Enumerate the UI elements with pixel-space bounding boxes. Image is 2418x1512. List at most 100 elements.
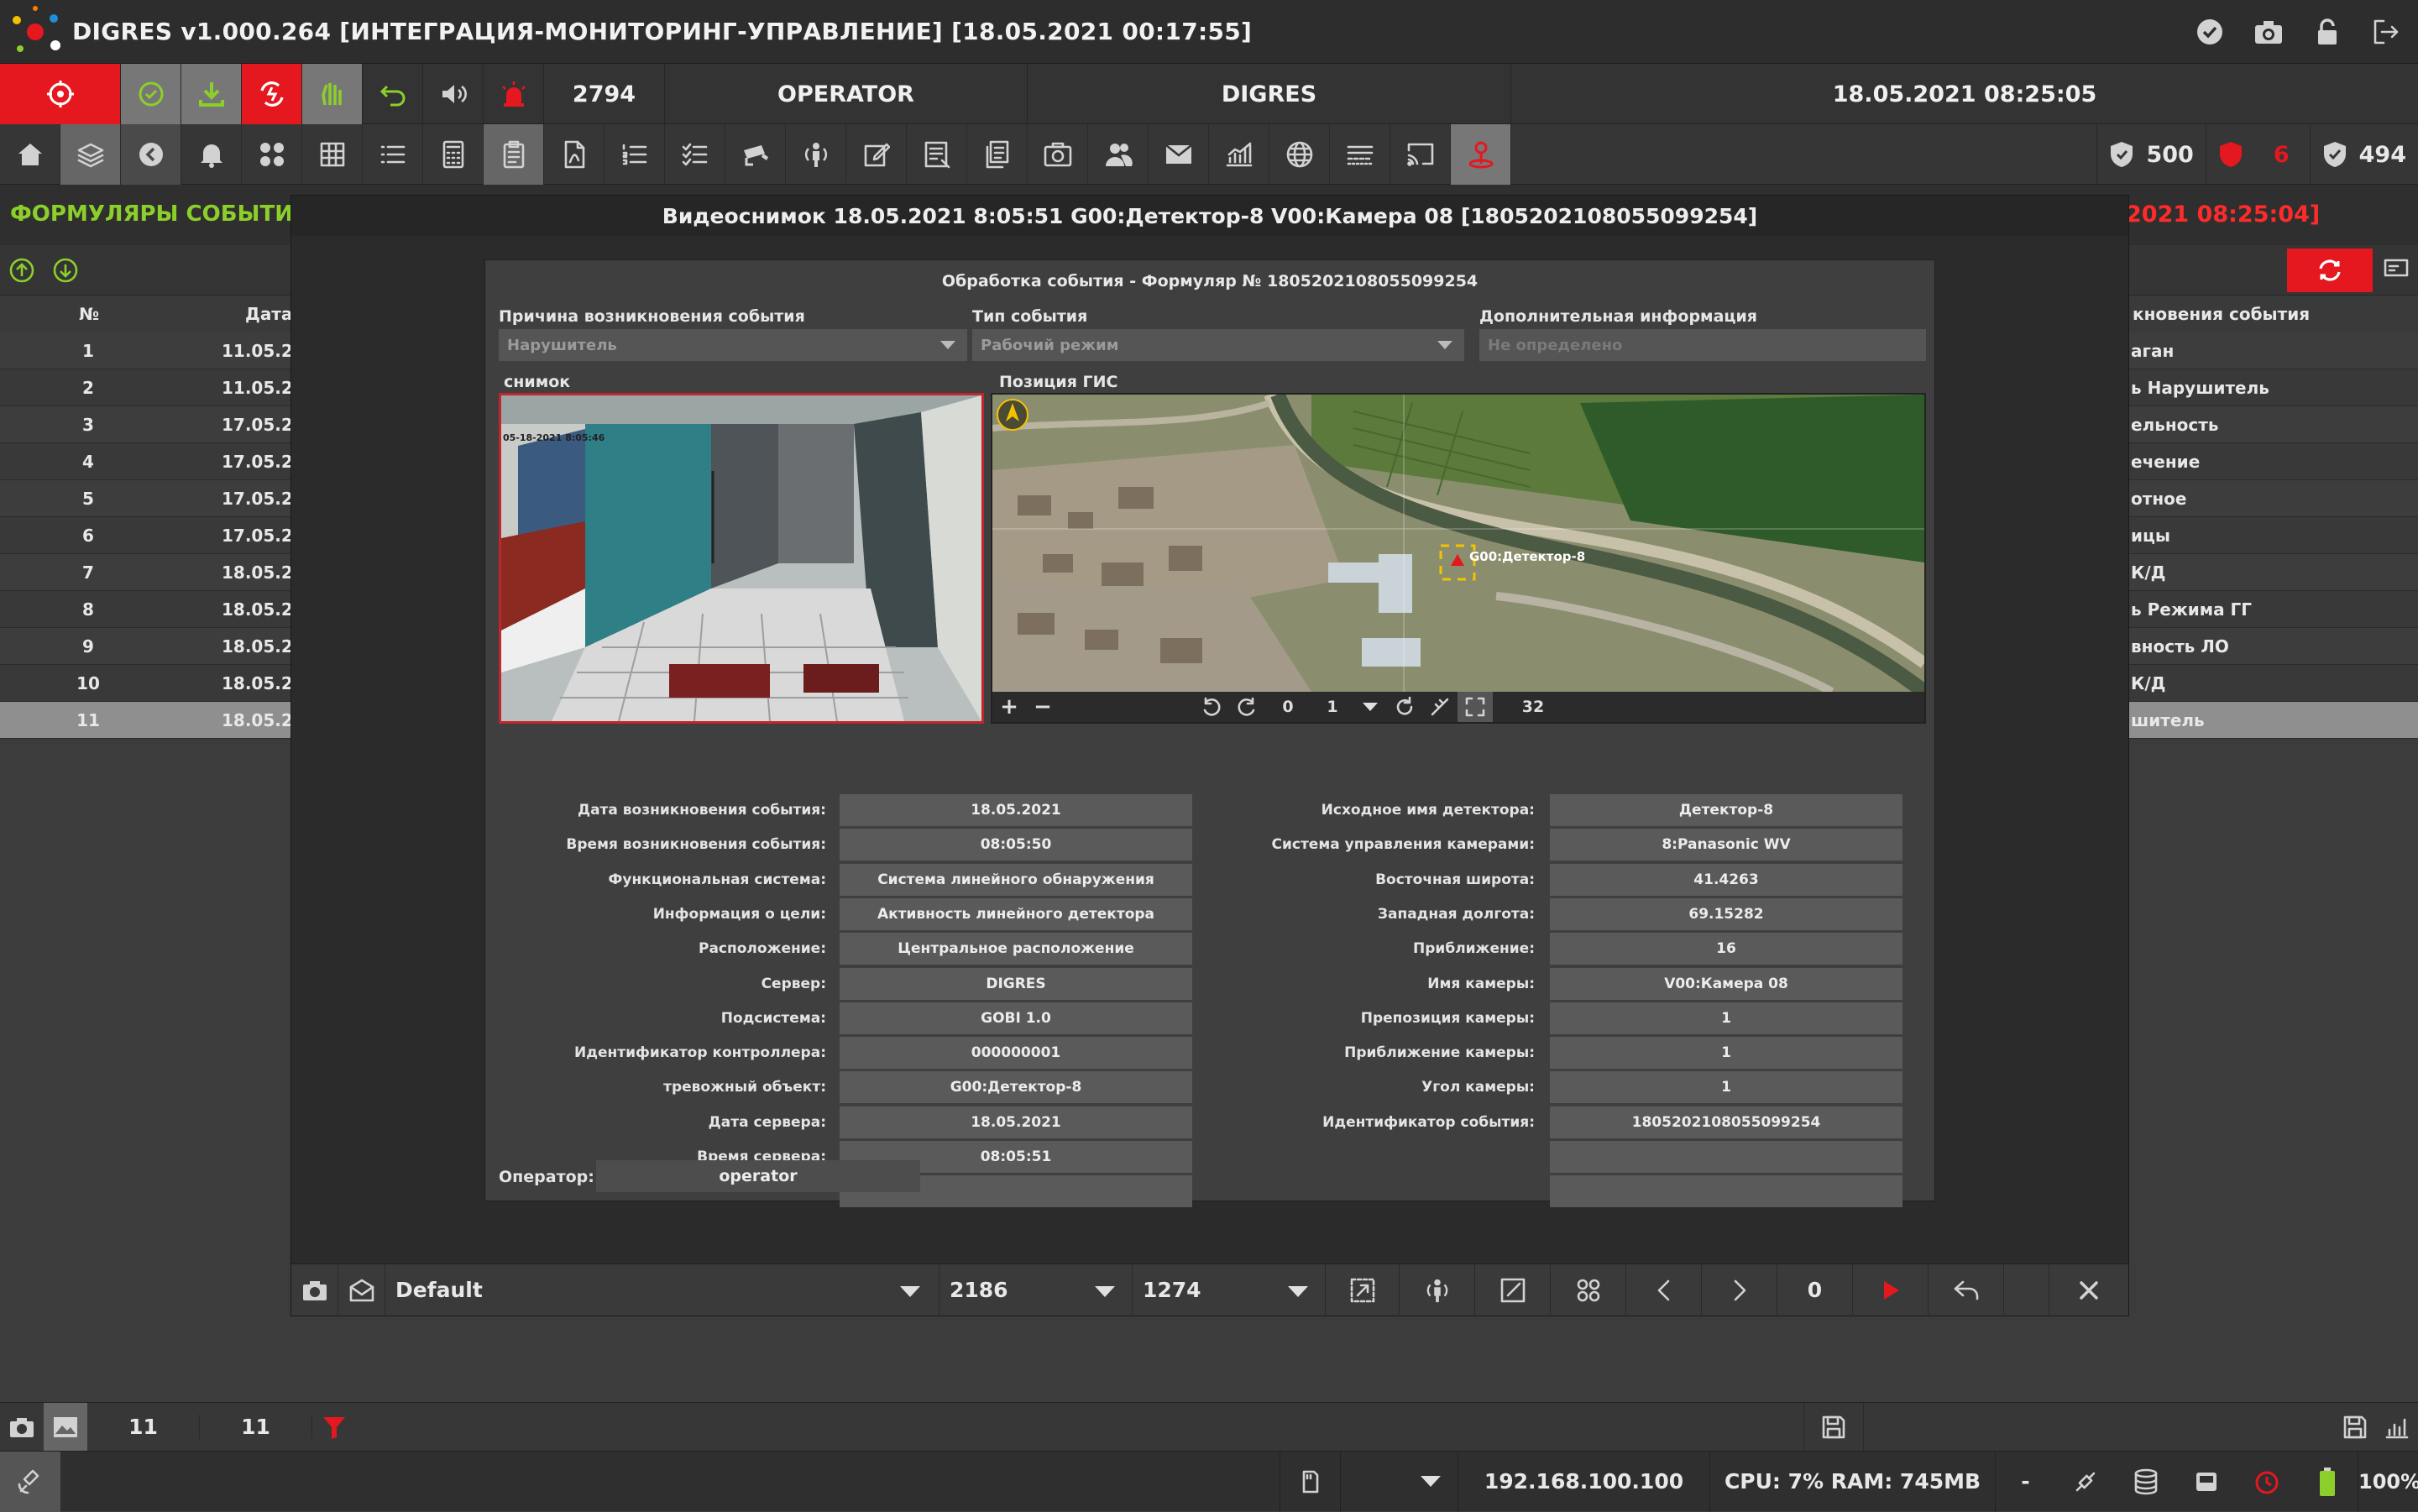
calculator-icon[interactable] <box>423 124 484 185</box>
speaker-icon[interactable] <box>423 64 484 124</box>
database-icon[interactable] <box>2116 1468 2176 1495</box>
storage-icon[interactable] <box>2176 1469 2237 1494</box>
image-icon[interactable] <box>44 1402 87 1452</box>
sd-card-icon[interactable] <box>1280 1451 1340 1512</box>
layer-dropdown-icon[interactable] <box>1353 703 1387 711</box>
col-reason-header: кновения события <box>2133 304 2311 324</box>
clock-alert-icon[interactable] <box>2237 1468 2297 1495</box>
hand-icon[interactable] <box>302 64 363 124</box>
camera-icon[interactable] <box>2252 15 2285 49</box>
documents-icon[interactable] <box>967 124 1028 185</box>
map-pin-icon[interactable] <box>1451 124 1511 185</box>
undo-icon[interactable] <box>363 64 423 124</box>
save-all-icon[interactable] <box>2334 1415 2376 1440</box>
shield-icon <box>2111 142 2133 167</box>
detail-value <box>1550 1175 1902 1208</box>
target-button[interactable] <box>0 64 121 124</box>
row-reason: ь Режима ГГ <box>2131 599 2253 620</box>
edit-icon[interactable] <box>846 124 907 185</box>
next-icon[interactable] <box>1702 1263 1777 1316</box>
event-snapshot[interactable]: 05-18-2021 8:05:46 <box>499 393 984 724</box>
preset-select[interactable]: Default <box>385 1263 939 1316</box>
cause-select[interactable]: Нарушитель <box>499 329 967 361</box>
clipboard-icon[interactable] <box>484 124 544 185</box>
refresh-button[interactable] <box>2287 249 2373 292</box>
checklist-icon[interactable] <box>665 124 725 185</box>
detail-label: Западная долгота: <box>1377 905 1535 923</box>
mail-icon[interactable] <box>1149 124 1209 185</box>
chevron-down-icon <box>1288 1285 1308 1297</box>
mail-send-icon[interactable] <box>338 1263 385 1316</box>
apps-icon[interactable] <box>242 124 302 185</box>
cctv-camera-icon[interactable] <box>725 124 786 185</box>
person-signal-icon[interactable] <box>786 124 846 185</box>
extra-info-input[interactable]: Не определено <box>1479 329 1926 361</box>
screen-icon[interactable] <box>2383 257 2410 282</box>
numbered-list-icon[interactable] <box>604 124 665 185</box>
apps-icon[interactable] <box>1551 1263 1626 1316</box>
main-toolbar: 2794 OPERATOR DIGRES 18.05.2021 08:25:05 <box>0 64 2418 124</box>
satellite-icon[interactable] <box>0 1451 60 1512</box>
list-icon[interactable] <box>363 124 423 185</box>
chart-icon[interactable] <box>1209 124 1269 185</box>
grid-icon[interactable] <box>302 124 363 185</box>
layers-icon[interactable] <box>60 124 121 185</box>
alarm-count-label: 6 <box>2273 141 2290 168</box>
fullscreen-icon[interactable] <box>1458 692 1493 722</box>
report-icon[interactable] <box>907 124 967 185</box>
zoom-in-button[interactable]: + <box>992 694 1026 719</box>
gis-map[interactable]: G00:Детектор-8 + − 0 1 32 <box>991 393 1926 724</box>
forms-title: ФОРМУЛЯРЫ СОБЫТИЙ <box>10 201 311 227</box>
crop-icon[interactable] <box>1326 1263 1400 1316</box>
play-icon[interactable] <box>1853 1263 1929 1316</box>
prev-icon[interactable] <box>1626 1263 1702 1316</box>
pdf-icon[interactable] <box>544 124 604 185</box>
back-circle-icon[interactable] <box>121 124 181 185</box>
refresh-map-icon[interactable] <box>1387 696 1422 718</box>
camera-icon[interactable] <box>0 1415 44 1439</box>
lines-icon[interactable] <box>1330 124 1390 185</box>
lock-icon[interactable] <box>2311 15 2344 49</box>
row-reason: ь Нарушитель <box>2131 377 2269 398</box>
camera-icon[interactable] <box>291 1263 338 1316</box>
row-number: 11 <box>76 709 100 730</box>
detail-row: Идентификатор события: 180520210805509925… <box>485 1106 1936 1138</box>
siren-icon[interactable] <box>484 64 544 124</box>
total-counter: 500 <box>2096 124 2205 185</box>
acknowledge-button[interactable] <box>121 64 181 124</box>
chevron-down-icon <box>940 341 955 349</box>
save-icon[interactable] <box>1803 1402 1864 1452</box>
close-icon[interactable] <box>2049 1264 2128 1316</box>
person-signal-icon[interactable] <box>1400 1263 1475 1316</box>
snapshot-icon[interactable] <box>1028 124 1088 185</box>
users-icon[interactable] <box>1088 124 1149 185</box>
detail-value: 1 <box>1550 1071 1902 1104</box>
frame-index: 0 <box>1777 1263 1853 1316</box>
download-icon[interactable] <box>181 64 242 124</box>
detail-value: 8:Panasonic WV <box>1550 829 1902 861</box>
rotate-left-icon[interactable] <box>1194 696 1229 718</box>
alarm-sync-button[interactable] <box>242 64 302 124</box>
reply-icon[interactable] <box>1929 1263 2004 1316</box>
globe-icon[interactable] <box>1269 124 1330 185</box>
filter-icon[interactable] <box>312 1414 356 1441</box>
connection-icon[interactable] <box>2055 1468 2116 1495</box>
scroll-up-icon[interactable] <box>8 257 35 284</box>
height-select[interactable]: 1274 <box>1133 1263 1326 1316</box>
zoom-out-button[interactable]: − <box>1026 694 1060 719</box>
logout-icon[interactable] <box>2369 15 2403 49</box>
type-select[interactable]: Рабочий режим <box>972 329 1464 361</box>
rotate-right-icon[interactable] <box>1229 696 1264 718</box>
edit-image-icon[interactable] <box>1475 1263 1551 1316</box>
scroll-down-icon[interactable] <box>52 257 79 284</box>
home-icon[interactable] <box>0 124 60 185</box>
stats-icon[interactable] <box>2376 1415 2418 1440</box>
height-value: 1274 <box>1143 1278 1201 1302</box>
device-dropdown[interactable] <box>1340 1451 1458 1512</box>
bell-icon[interactable] <box>181 124 242 185</box>
measure-icon[interactable] <box>1422 696 1458 718</box>
width-select[interactable]: 2186 <box>939 1263 1133 1316</box>
detail-label: Приближение: <box>1413 940 1535 958</box>
cast-icon[interactable] <box>1390 124 1451 185</box>
check-circle-icon[interactable] <box>2193 15 2227 49</box>
